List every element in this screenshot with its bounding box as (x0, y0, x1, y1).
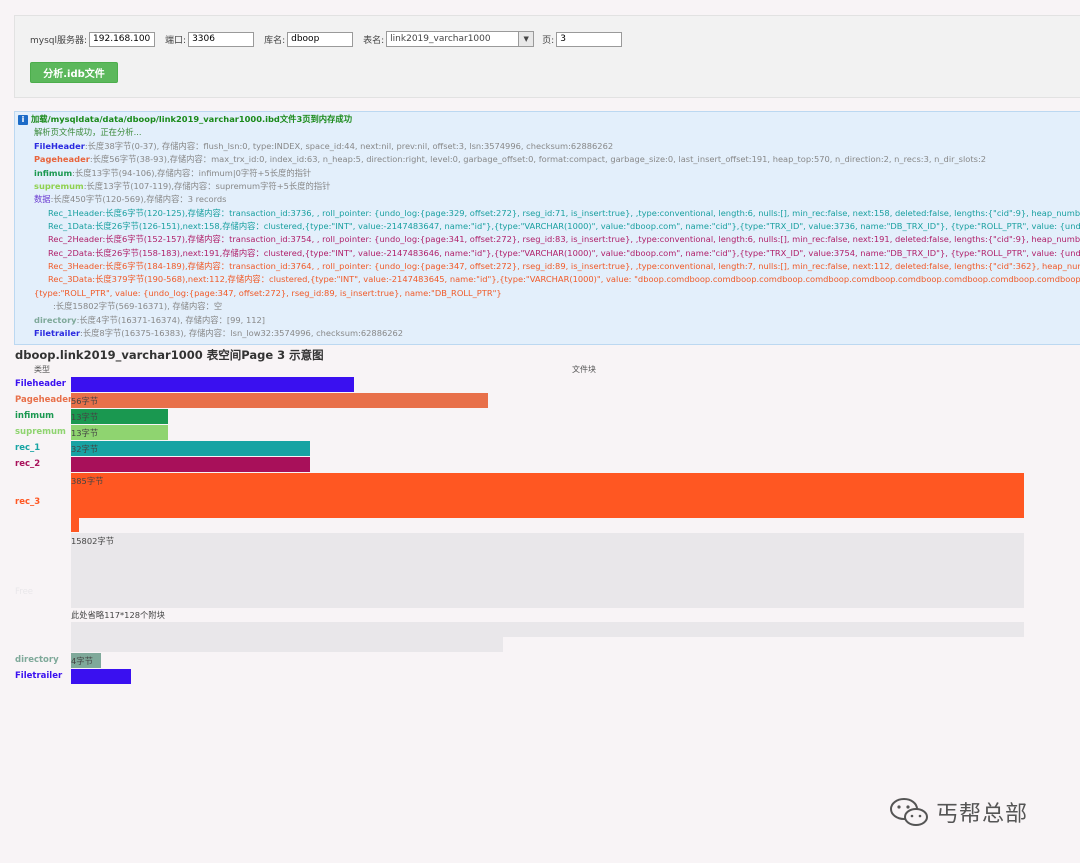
segment-bar-rec3-tail (71, 518, 79, 532)
segment-size-rec1: 32字节 (71, 444, 99, 454)
rec3-data-line-cont: {type:"ROLL_PTR", value: {undo_log:{page… (34, 288, 502, 298)
segment-label-infimum: infimum (15, 411, 55, 421)
load-status-text: 加载/mysqldata/data/dboop/link2019_varchar… (31, 114, 352, 124)
fileheader-line: FileHeader:长度38字节(0-37), 存储内容：flush_lsn:… (34, 140, 613, 153)
table-label: 表名: (363, 35, 385, 46)
chevron-down-icon[interactable]: ▼ (518, 32, 534, 46)
infimum-line: infimum:长度13字节(94-106),存储内容：infimum|0字符+… (34, 167, 311, 180)
segment-label-supremum: supremum (15, 427, 66, 437)
db-label: 库名: (264, 35, 286, 46)
pageheader-text: :长度56字节(38-93),存储内容：max_trx_id:0, index_… (89, 154, 987, 164)
free-line: :长度15802字节(569-16371), 存储内容：空 (53, 301, 223, 311)
directory-name: directory (34, 315, 77, 325)
segment-label-fileheader: Fileheader (15, 379, 66, 389)
data-text: :长度450字节(120-569),存储内容：3 records (50, 194, 227, 204)
pageheader-name: Pageheader (34, 154, 90, 164)
page-input[interactable] (556, 31, 623, 47)
infimum-text: :长度13字节(94-106),存储内容：infimum|0字符+5长度的指针 (72, 168, 312, 178)
omit-note: 此处省略117*128个附块 (71, 610, 165, 620)
parse-status: 解析页文件成功，正在分析... (34, 127, 142, 137)
pageheader-line: Pageheader:长度56字节(38-93),存储内容：max_trx_id… (34, 153, 986, 166)
segment-size-infimum: 13字节 (71, 412, 99, 422)
rec3-data-line: Rec_3Data:长度379字节(190-568),next:112,存储内容… (48, 274, 1080, 284)
directory-line: directory:长度4字节(16371-16374), 存储内容：[99, … (34, 314, 265, 327)
segment-size-supremum: 13字节 (71, 428, 99, 438)
segment-label-directory: directory (15, 655, 59, 665)
rec1-header-line: Rec_1Header:长度6字节(120-125),存储内容：transact… (48, 208, 1080, 218)
server-label: mysql服务器: (30, 35, 88, 46)
column-block-header: 文件块 (572, 365, 596, 374)
rec1-data-line: Rec_1Data:长度26字节(126-151),next:158,存储内容：… (48, 221, 1080, 231)
fileheader-text: :长度38字节(0-37), 存储内容：flush_lsn:0, type:IN… (84, 141, 614, 151)
db-input[interactable] (287, 31, 354, 47)
port-label: 端口: (165, 35, 187, 46)
segment-label-rec3: rec_3 (15, 497, 41, 507)
query-form: mysql服务器: 端口: 库名: 表名: link2019_varchar10… (14, 15, 1080, 98)
port-input[interactable] (188, 31, 255, 47)
rec2-data-line: Rec_2Data:长度26字节(158-183),next:191,存储内容：… (48, 248, 1080, 258)
segment-bar-free-cont (71, 622, 1024, 637)
diagram-title: dboop.link2019_varchar1000 表空间Page 3 示意图 (15, 348, 324, 362)
analysis-log: i 加载/mysqldata/data/dboop/link2019_varcha… (14, 111, 1080, 345)
segment-bar-free (71, 533, 1024, 608)
table-select[interactable]: link2019_varchar1000 ▼ (386, 31, 535, 47)
segment-bar-rec1 (71, 441, 310, 456)
filetrailer-line: Filetrailer:长度8字节(16375-16383), 存储内容：lsn… (34, 327, 403, 340)
segment-label-filetrailer: Filetrailer (15, 671, 63, 681)
segment-label-rec2: rec_2 (15, 459, 41, 469)
supremum-name: supremum (34, 181, 84, 191)
wechat-icon (890, 798, 928, 826)
rec3-header-line: Rec_3Header:长度6字节(184-189),存储内容：transact… (48, 261, 1080, 271)
segment-size-directory: 4字节 (71, 656, 93, 666)
segment-size-pageheader: 56字节 (71, 396, 99, 406)
filetrailer-text: :长度8字节(16375-16383), 存储内容：lsn_low32:3574… (80, 328, 404, 338)
segment-size-free: 15802字节 (71, 536, 114, 546)
rec2-header-line: Rec_2Header:长度6字节(152-157),存储内容：transact… (48, 234, 1080, 244)
filetrailer-name: Filetrailer (34, 328, 81, 338)
segment-label-rec1: rec_1 (15, 443, 41, 453)
segment-bar-filetrailer (71, 669, 131, 684)
data-line: 数据:长度450字节(120-569),存储内容：3 records (34, 193, 226, 206)
server-input[interactable] (89, 31, 156, 47)
segment-bar-rec2 (71, 457, 310, 472)
table-select-value: link2019_varchar1000 (390, 34, 491, 44)
watermark-text: 丐帮总部 (936, 802, 1029, 827)
segment-label-pageheader: Pageheader (15, 395, 73, 405)
data-name: 数据 (34, 194, 51, 204)
page-label: 页: (542, 35, 555, 46)
directory-text: :长度4字节(16371-16374), 存储内容：[99, 112] (76, 315, 266, 325)
supremum-text: :长度13字节(107-119),存储内容：supremum字符+5长度的指针 (83, 181, 331, 191)
infimum-name: infimum (34, 168, 73, 178)
fileheader-name: FileHeader (34, 141, 85, 151)
segment-bar-fileheader (71, 377, 354, 392)
form-row: mysql服务器: 端口: 库名: 表名: link2019_varchar10… (30, 30, 623, 48)
load-status-line: i 加载/mysqldata/data/dboop/link2019_varcha… (18, 113, 352, 126)
segment-bar-rec3 (71, 473, 1024, 518)
segment-label-free: Free (15, 587, 34, 597)
supremum-line: supremum:长度13字节(107-119),存储内容：supremum字符… (34, 180, 330, 193)
segment-size-rec3: 385字节 (71, 476, 104, 486)
segment-bar-free-end (71, 637, 503, 652)
column-type-header: 类型 (34, 365, 50, 374)
analyze-idb-button[interactable]: 分析.idb文件 (30, 62, 118, 83)
watermark: 丐帮总部 (888, 796, 1028, 828)
info-icon: i (18, 114, 28, 125)
segment-bar-pageheader (71, 393, 488, 408)
